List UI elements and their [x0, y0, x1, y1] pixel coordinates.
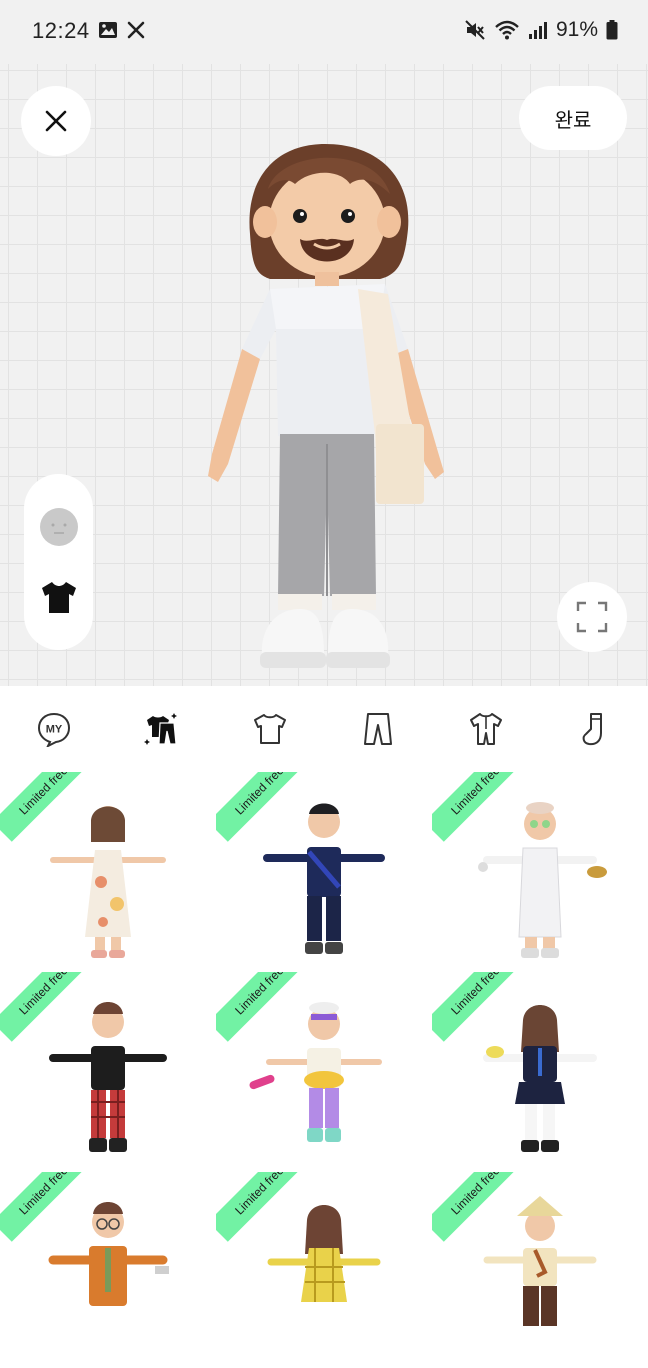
tab-socks[interactable] — [540, 686, 648, 772]
socks-icon — [582, 713, 602, 746]
mute-icon — [465, 20, 485, 40]
tab-pants[interactable] — [324, 686, 432, 772]
outfit-card[interactable]: Limited free trial — [0, 1172, 216, 1368]
face-button[interactable] — [37, 505, 81, 549]
orange-suit-figure — [48, 1202, 169, 1306]
straw-hat-farmer-figure — [483, 1196, 597, 1326]
svg-text:MY: MY — [46, 724, 63, 736]
tab-top[interactable] — [216, 686, 324, 772]
done-button[interactable]: 완료 — [519, 86, 627, 150]
tab-outfit-set[interactable] — [108, 686, 216, 772]
navy-tracksuit-figure — [263, 803, 385, 954]
editor-side-panel — [24, 474, 93, 650]
avatar-figure[interactable] — [190, 144, 460, 684]
pants-icon — [364, 713, 392, 745]
onepiece-icon — [470, 713, 502, 745]
status-bar: 12:24 91% — [0, 0, 648, 64]
outfit-card[interactable]: Limited free trial — [216, 972, 432, 1172]
top-icon — [254, 714, 286, 744]
battery-percent: 91% — [555, 18, 598, 41]
category-tabs: MY — [0, 686, 648, 772]
signal-icon — [528, 22, 547, 39]
gallery-icon — [99, 22, 117, 38]
yellow-plaid-dress-figure — [267, 1205, 381, 1302]
my-icon: MY — [37, 712, 71, 747]
battery-icon — [606, 20, 618, 40]
summer-floatie-figure — [249, 1002, 382, 1142]
tools-icon — [127, 21, 145, 39]
outfit-card[interactable]: Limited free trial — [432, 772, 648, 972]
floral-dress-figure — [50, 806, 166, 958]
tab-onepiece[interactable] — [432, 686, 540, 772]
school-uniform-figure — [483, 1005, 597, 1152]
clothing-button[interactable] — [37, 575, 81, 619]
outfit-card[interactable]: Limited free trial — [216, 1172, 432, 1368]
outfit-set-icon — [144, 713, 177, 745]
status-time: 12:24 — [32, 18, 90, 43]
close-button[interactable] — [21, 86, 91, 156]
outfit-card[interactable]: Limited free trial — [432, 972, 648, 1172]
fullscreen-icon — [576, 601, 608, 633]
wifi-icon — [495, 20, 519, 40]
white-bathrobe-figure — [478, 802, 607, 958]
avatar-stage[interactable]: 완료 — [0, 64, 648, 686]
close-icon — [45, 110, 67, 132]
fullscreen-button[interactable] — [557, 582, 627, 652]
outfit-card[interactable]: Limited free trial — [216, 772, 432, 972]
face-icon — [39, 508, 78, 546]
tab-my[interactable]: MY — [0, 686, 108, 772]
tshirt-icon — [41, 582, 76, 613]
outfit-grid: Limited free trial Limited free trial Li… — [0, 772, 648, 1368]
outfit-card[interactable]: Limited free trial — [0, 772, 216, 972]
outfit-card[interactable]: Limited free trial — [432, 1172, 648, 1368]
outfit-card[interactable]: Limited free trial — [0, 972, 216, 1172]
red-plaid-punk-figure — [49, 1002, 167, 1152]
